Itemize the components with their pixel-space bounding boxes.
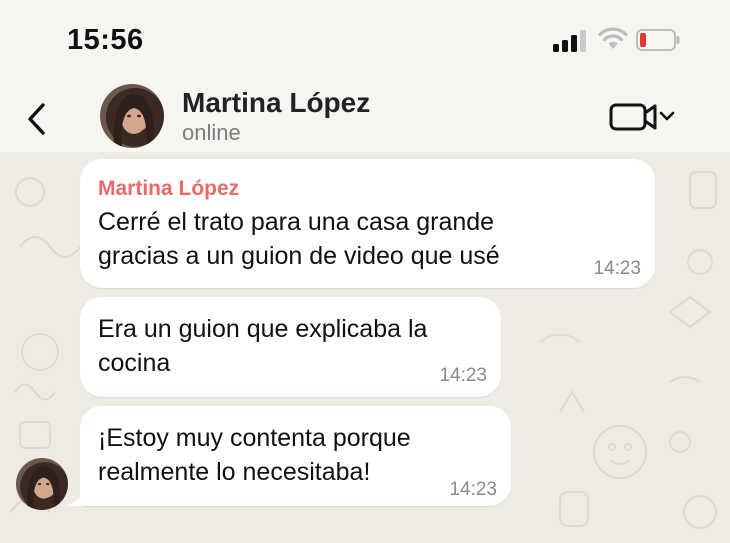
video-camera-icon — [609, 103, 657, 131]
message-bubble[interactable]: Martina López Cerré el trato para una ca… — [80, 159, 655, 288]
back-button[interactable] — [22, 100, 52, 138]
contact-avatar[interactable] — [100, 84, 164, 148]
chevron-down-icon — [659, 111, 675, 121]
contact-status: online — [182, 120, 241, 145]
status-time: 15:56 — [67, 24, 144, 56]
message-text: Era un guion que explicaba la cocina — [98, 315, 428, 377]
avatar-portrait-icon — [27, 466, 61, 510]
message-time: 14:23 — [449, 479, 497, 500]
top-bar: 15:56 Martina López online — [0, 0, 730, 152]
chat-area[interactable]: Martina López Cerré el trato para una ca… — [0, 152, 730, 543]
message-text: Cerré el trato para una casa grande grac… — [98, 208, 500, 270]
message-bubble[interactable]: ¡Estoy muy contenta porque realmente lo … — [80, 406, 511, 506]
message-text: ¡Estoy muy contenta porque realmente lo … — [98, 424, 411, 486]
contact-name[interactable]: Martina López — [182, 87, 370, 119]
sender-avatar[interactable] — [16, 458, 68, 510]
sender-name[interactable]: Martina López — [98, 177, 239, 201]
wifi-icon — [598, 27, 628, 49]
message-time: 14:23 — [593, 258, 641, 279]
avatar-portrait-icon — [113, 94, 155, 148]
video-call-button[interactable] — [608, 100, 680, 134]
message-time: 14:23 — [439, 365, 487, 386]
message-bubble[interactable]: Era un guion que explicaba la cocina 14:… — [80, 297, 501, 397]
battery-low-icon — [636, 29, 680, 51]
cellular-signal-icon — [553, 30, 586, 52]
